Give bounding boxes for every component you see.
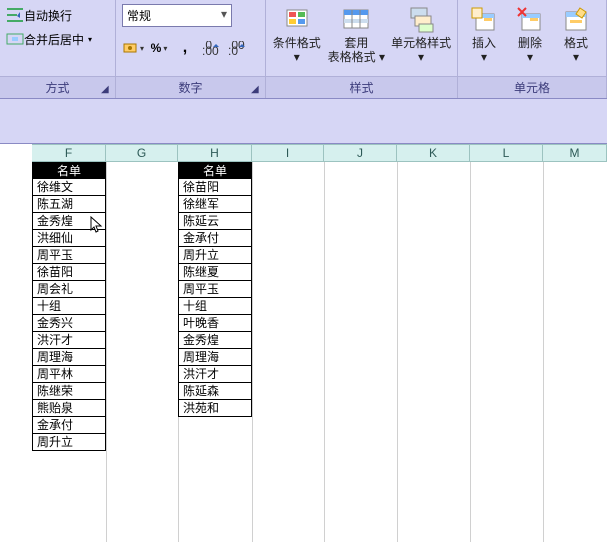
data-cell[interactable]: 十组 [178,298,252,315]
percent-button[interactable]: % [148,37,170,59]
data-cell[interactable]: 徐维文 [32,179,106,196]
decrease-decimal-button[interactable]: .00.0 [226,37,248,59]
table-format-button[interactable]: 套用 表格格式 ▾ [328,4,386,66]
format-icon [562,6,590,34]
format-button[interactable]: 格式▾ [556,4,596,66]
col-header-H[interactable]: H [178,145,252,161]
cond-fmt-icon [283,6,311,34]
col-header-F[interactable]: F [32,145,106,161]
insert-icon [470,6,498,34]
delete-icon [516,6,544,34]
col-header-I[interactable]: I [252,145,324,161]
data-cell[interactable]: 周升立 [32,434,106,451]
data-cell[interactable]: 徐苗阳 [32,264,106,281]
styles-group-label: 样式 [266,76,457,98]
data-cell[interactable]: 周平玉 [178,281,252,298]
col-header-M[interactable]: M [543,145,607,161]
svg-text:.0: .0 [228,44,238,55]
dec-decimal-icon: .00.0 [228,41,246,55]
wrap-text-button[interactable]: 自动换行 [6,4,72,26]
cell-styles-button[interactable]: 单元格样式▾ [391,4,451,66]
currency-icon [122,40,138,56]
data-cell[interactable]: 周理海 [32,349,106,366]
data-cell[interactable]: 陈继夏 [178,264,252,281]
percent-icon: % [151,41,162,55]
inc-decimal-icon: .0.00 [202,41,220,55]
col-header-J[interactable]: J [324,145,397,161]
data-cell[interactable]: 金秀兴 [32,315,106,332]
data-cell[interactable]: 周理海 [178,349,252,366]
wrap-text-icon [6,6,24,24]
comma-button[interactable]: , [174,37,196,59]
col-header-K[interactable]: K [397,145,470,161]
data-cell[interactable]: 周平林 [32,366,106,383]
data-cell[interactable]: 洪细仙 [32,230,106,247]
wrap-text-label: 自动换行 [24,7,72,24]
data-cell[interactable]: 周升立 [178,247,252,264]
data-cell[interactable]: 叶晚香 [178,315,252,332]
col-header-G[interactable]: G [106,145,178,161]
table-fmt-icon [342,6,370,34]
data-cell[interactable]: 徐继军 [178,196,252,213]
header-cell[interactable]: 名单 [32,162,106,179]
data-cell[interactable]: 周会礼 [32,281,106,298]
data-cell[interactable]: 金承付 [32,417,106,434]
comma-icon: , [183,39,187,57]
data-cell[interactable]: 金秀煌 [32,213,106,230]
data-cell[interactable]: 陈延森 [178,383,252,400]
data-cell[interactable]: 洪汗才 [178,366,252,383]
cell-styles-icon [407,6,435,34]
col-header-L[interactable]: L [470,145,543,161]
data-cell[interactable]: 陈延云 [178,213,252,230]
merge-icon [6,30,24,48]
alignment-group-label: 方式 [0,76,115,98]
data-cell[interactable]: 熊贻泉 [32,400,106,417]
cells-group-label: 单元格 [458,76,606,98]
insert-button[interactable]: 插入▾ [464,4,504,66]
delete-button[interactable]: 删除▾ [510,4,550,66]
data-cell[interactable]: 金承付 [178,230,252,247]
data-cell[interactable]: 陈五湖 [32,196,106,213]
number-dialog-launcher[interactable]: ◢ [251,84,263,96]
currency-button[interactable] [122,37,144,59]
conditional-format-button[interactable]: 条件格式▾ [272,4,322,66]
data-cell[interactable]: 洪汗才 [32,332,106,349]
data-cell[interactable]: 徐苗阳 [178,179,252,196]
data-cell[interactable]: 洪苑和 [178,400,252,417]
alignment-dialog-launcher[interactable]: ◢ [101,84,113,96]
merge-center-button[interactable]: 合并后居中 ▾ [6,28,92,50]
header-cell[interactable]: 名单 [178,162,252,179]
increase-decimal-button[interactable]: .0.00 [200,37,222,59]
data-cell[interactable]: 十组 [32,298,106,315]
number-group-label: 数字 [116,76,265,98]
data-cell[interactable]: 金秀煌 [178,332,252,349]
merge-center-label: 合并后居中 [24,31,84,48]
formula-bar-area [0,99,607,144]
number-format-select[interactable]: 常规 [122,4,232,27]
data-cell[interactable]: 周平玉 [32,247,106,264]
data-cell[interactable]: 陈继荣 [32,383,106,400]
